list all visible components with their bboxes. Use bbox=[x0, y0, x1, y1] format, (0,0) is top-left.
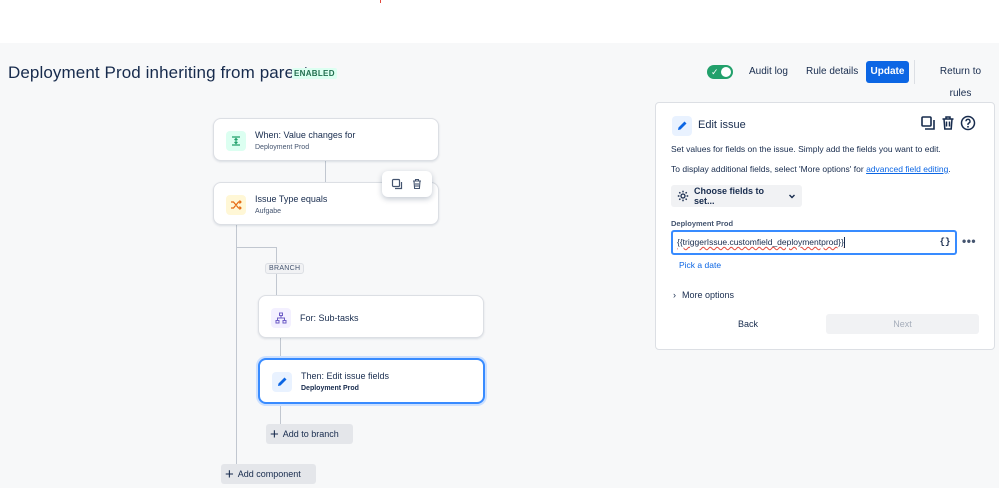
advanced-field-editing-link[interactable]: advanced field editing bbox=[866, 164, 948, 174]
return-to-rules-button[interactable]: Return to rules bbox=[922, 61, 999, 99]
chevron-right-icon: › bbox=[673, 290, 676, 300]
panel-title: Edit issue bbox=[698, 119, 746, 131]
check-icon: ✓ bbox=[711, 67, 719, 77]
text-caret bbox=[843, 237, 845, 249]
toggle-knob bbox=[721, 67, 731, 77]
deployment-prod-label: Deployment Prod bbox=[671, 219, 734, 228]
deployment-prod-input[interactable]: {{triggerIssue.customfield_deploymentpro… bbox=[671, 230, 957, 255]
branch-label: BRANCH bbox=[265, 263, 305, 274]
action-card[interactable]: Then: Edit issue fields Deployment Prod bbox=[258, 358, 485, 404]
panel-actions bbox=[920, 115, 976, 131]
rule-details-button[interactable]: Rule details bbox=[800, 61, 864, 83]
rule-enabled-toggle[interactable]: ✓ bbox=[707, 65, 733, 79]
gear-icon bbox=[677, 190, 689, 202]
branch-card-title: For: Sub-tasks bbox=[300, 313, 359, 323]
pencil-icon bbox=[672, 116, 692, 136]
top-marker bbox=[380, 0, 381, 3]
description-text: To display additional fields, select 'Mo… bbox=[671, 164, 867, 174]
add-component-button[interactable]: + Add component bbox=[221, 464, 316, 484]
rule-header: Deployment Prod inheriting from parent E… bbox=[0, 43, 999, 101]
card-action-toolbar bbox=[382, 171, 432, 197]
audit-log-button[interactable]: Audit log bbox=[743, 61, 794, 83]
pencil-icon bbox=[272, 372, 292, 392]
page-title: Deployment Prod inheriting from parent bbox=[8, 63, 309, 82]
plus-icon: + bbox=[225, 465, 234, 483]
more-actions-icon[interactable]: ••• bbox=[962, 234, 976, 248]
condition-title: Issue Type equals bbox=[255, 194, 328, 204]
connector-line bbox=[280, 404, 281, 424]
header-divider bbox=[914, 60, 915, 84]
condition-subtitle: Aufgabe bbox=[255, 208, 282, 215]
panel-description: Set values for fields on the issue. Simp… bbox=[671, 144, 941, 154]
top-strip bbox=[0, 0, 999, 43]
choose-fields-dropdown[interactable]: Choose fields to set... bbox=[671, 185, 802, 207]
more-options-label: More options bbox=[682, 290, 735, 300]
add-to-branch-button[interactable]: + Add to branch bbox=[266, 424, 353, 444]
branch-connector bbox=[236, 247, 276, 248]
trigger-card[interactable]: When: Value changes for Deployment Prod bbox=[213, 118, 439, 161]
pick-a-date-link[interactable]: Pick a date bbox=[679, 260, 721, 270]
copy-icon[interactable] bbox=[391, 178, 403, 190]
action-title: Then: Edit issue fields bbox=[301, 371, 390, 381]
help-icon[interactable] bbox=[960, 115, 976, 131]
action-subtitle: Deployment Prod bbox=[301, 385, 359, 392]
edit-issue-panel: Edit issue Set values for fields on the … bbox=[655, 102, 995, 350]
field-value: {{triggerIssue.customfield_deploymentpro… bbox=[677, 237, 844, 247]
choose-fields-label: Choose fields to set... bbox=[694, 186, 765, 206]
copy-icon[interactable] bbox=[920, 115, 936, 131]
hierarchy-icon bbox=[271, 308, 291, 328]
shuffle-icon bbox=[226, 195, 246, 215]
back-button[interactable]: Back bbox=[672, 314, 824, 334]
branch-card[interactable]: For: Sub-tasks bbox=[258, 295, 484, 338]
trash-icon[interactable] bbox=[940, 115, 956, 131]
add-to-branch-label: Add to branch bbox=[282, 429, 339, 439]
trash-icon[interactable] bbox=[411, 178, 423, 190]
add-component-label: Add component bbox=[237, 469, 301, 479]
status-badge: ENABLED bbox=[292, 68, 337, 79]
next-button[interactable]: Next bbox=[826, 314, 979, 334]
chevron-down-icon bbox=[788, 192, 796, 200]
more-options-toggle[interactable]: › More options bbox=[673, 290, 734, 300]
description-suffix: . bbox=[948, 164, 951, 174]
value-change-icon bbox=[226, 131, 246, 151]
connector-line bbox=[325, 161, 326, 182]
connector-line bbox=[236, 225, 237, 465]
update-button[interactable]: Update bbox=[866, 61, 909, 83]
panel-description-more: To display additional fields, select 'Mo… bbox=[671, 164, 951, 174]
trigger-title: When: Value changes for bbox=[255, 130, 356, 140]
smart-value-button[interactable]: {} bbox=[937, 234, 953, 250]
plus-icon: + bbox=[270, 425, 279, 443]
trigger-subtitle: Deployment Prod bbox=[255, 144, 310, 151]
connector-line bbox=[280, 338, 281, 358]
